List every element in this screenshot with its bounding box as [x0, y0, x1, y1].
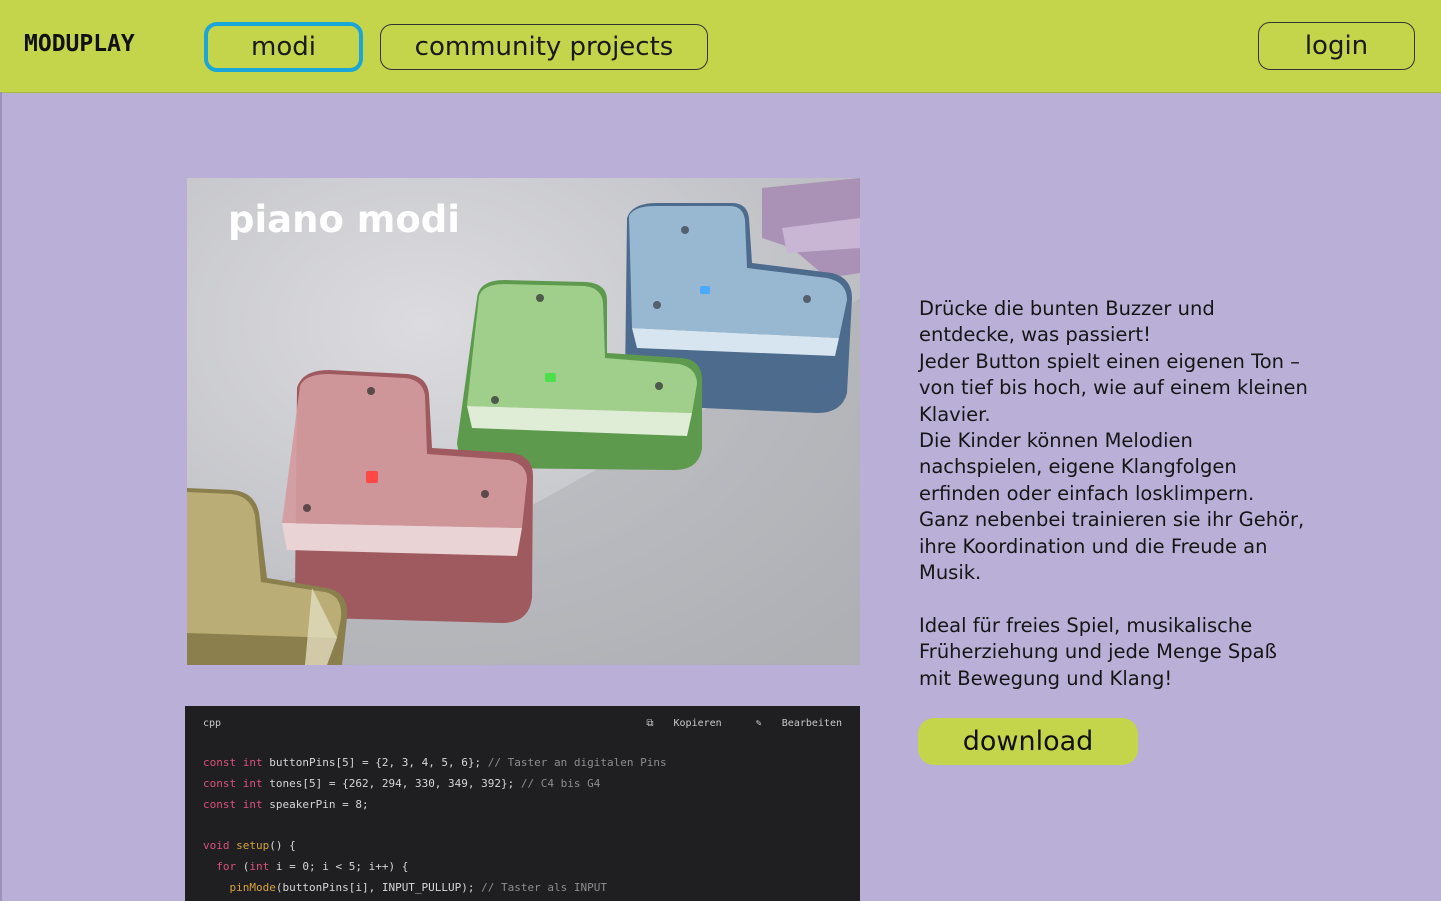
code-line: for (int i = 0; i < 5; i++) { [216, 859, 409, 873]
product-description: Drücke die bunten Buzzer und entdecke, w… [919, 296, 1329, 692]
description-line: mit Bewegung und Klang! [919, 666, 1173, 690]
buzzer-blocks-illustration [187, 178, 860, 665]
moduplay-logo[interactable]: MODUPLAY [24, 31, 135, 57]
description-line: Musik. [919, 561, 982, 585]
copy-code-label: Kopieren [673, 718, 722, 729]
description-line: Klavier. [919, 402, 991, 426]
description-line: entdecke, was passiert! [919, 323, 1151, 347]
description-line: Ganz nebenbei trainieren sie ihr Gehör, [919, 508, 1305, 532]
copy-icon: ⧉ [646, 718, 654, 729]
code-line: void setup() { [203, 839, 296, 853]
code-lines: const int buttonPins[5] = {2, 3, 4, 5, 6… [203, 756, 667, 901]
code-actions: ⧉ Kopieren ✎ Bearbeiten [618, 718, 842, 729]
edit-code-label: Bearbeiten [781, 718, 842, 729]
description-line: von tief bis hoch, wie auf einem kleinen [919, 376, 1308, 400]
edit-icon: ✎ [755, 718, 762, 729]
page-edge-line [0, 92, 2, 901]
description-line: Jeder Button spielt einen eigenen Ton – [919, 349, 1300, 373]
description-line: Ideal für freies Spiel, musikalische [919, 613, 1253, 637]
download-button[interactable]: download [918, 718, 1138, 765]
description-line: Früherziehung und jede Menge Spaß [919, 640, 1277, 664]
code-snippet-panel: cpp ⧉ Kopieren ✎ Bearbeiten const int bu… [185, 706, 860, 901]
code-line: const int buttonPins[5] = {2, 3, 4, 5, 6… [203, 756, 667, 769]
description-line: erfinden oder einfach losklimpern. [919, 481, 1255, 505]
edit-code-button[interactable]: ✎ Bearbeiten [742, 718, 842, 729]
code-line: pinMode(buttonPins[i], INPUT_PULLUP); //… [229, 880, 608, 894]
description-line: ihre Koordination und die Freude an [919, 534, 1268, 558]
nav-tab-modi[interactable]: modi [204, 22, 363, 72]
copy-code-button[interactable]: ⧉ Kopieren [632, 718, 721, 729]
description-line: Die Kinder können Melodien [919, 429, 1193, 453]
code-language-label: cpp [203, 718, 222, 729]
login-button[interactable]: login [1258, 22, 1415, 70]
nav-tab-community-projects[interactable]: community projects [380, 24, 708, 70]
product-image: piano modi [187, 178, 860, 665]
code-line: const int speakerPin = 8; [203, 797, 369, 811]
description-line: Drücke die bunten Buzzer und [919, 297, 1215, 320]
code-line: const int tones[5] = {262, 294, 330, 349… [203, 776, 601, 790]
description-line: nachspielen, eigene Klangfolgen [919, 455, 1237, 479]
product-title: piano modi [228, 198, 460, 241]
top-navbar: MODUPLAY modi community projects login [0, 0, 1441, 93]
